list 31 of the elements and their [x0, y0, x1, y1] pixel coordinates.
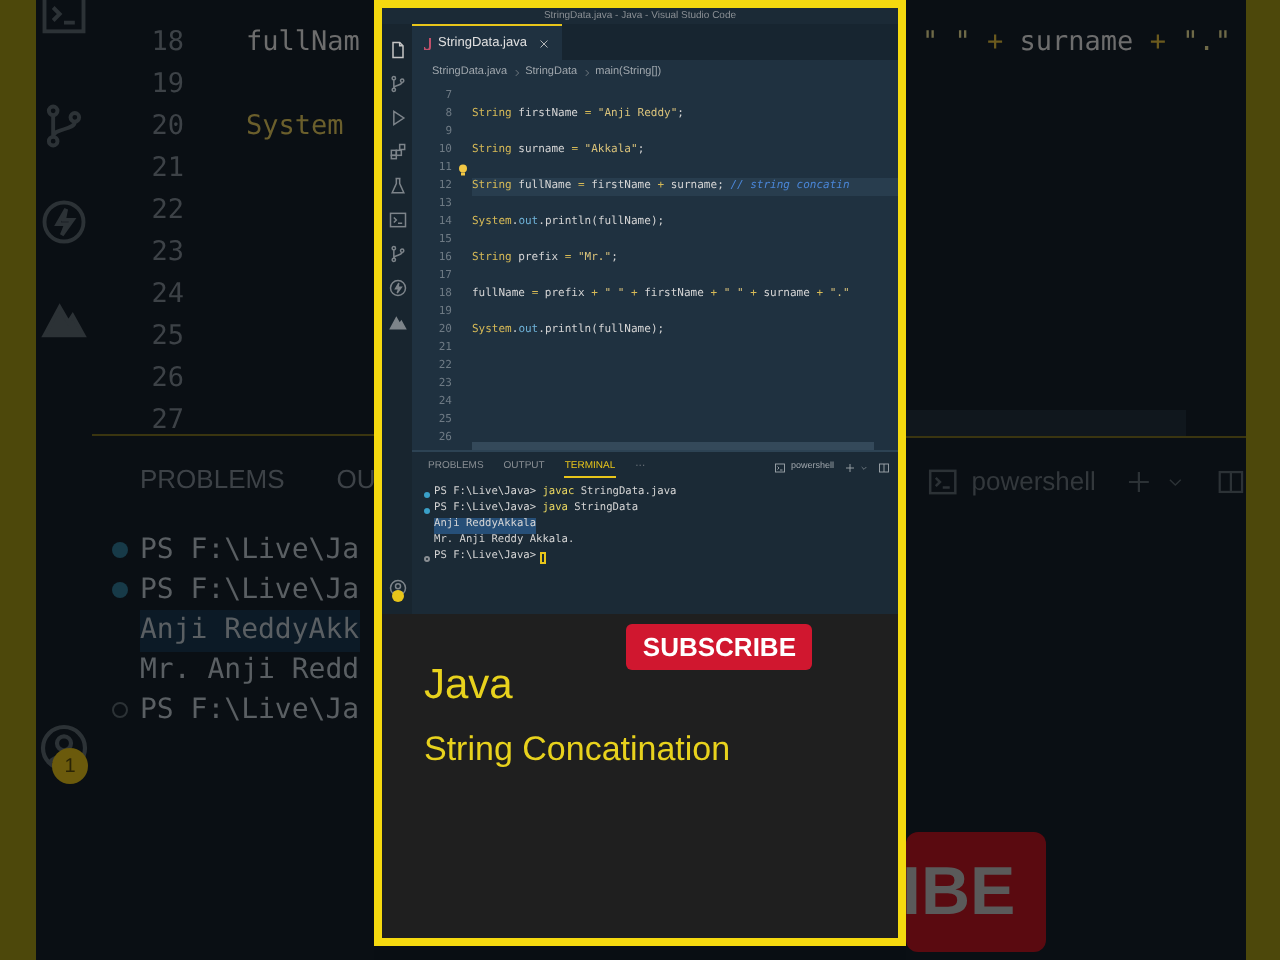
files-icon[interactable]: [387, 40, 407, 60]
terminal-line: PS F:\Live\Ja: [140, 691, 360, 729]
chevron-right-icon[interactable]: [511, 67, 522, 77]
terminal-icon[interactable]: [387, 210, 407, 230]
subscribe-text: IBE: [906, 858, 1016, 926]
flask-icon[interactable]: [387, 176, 407, 196]
terminal-line: Mr. Anji Redd: [140, 651, 360, 689]
play-icon[interactable]: [387, 108, 407, 128]
plus-icon[interactable]: [844, 461, 856, 473]
video-subtitle: String Concatination: [424, 730, 733, 770]
terminal-line: PS F:\Live\Ja: [140, 571, 360, 609]
java-file-icon: [424, 37, 432, 49]
video-title: Java: [424, 662, 515, 710]
code-text: fullNam: [246, 24, 360, 63]
terminal-line: PS F:\Live\Ja: [140, 531, 360, 569]
blocks-icon[interactable]: [387, 142, 407, 162]
close-icon[interactable]: [538, 37, 551, 49]
terminal-icon[interactable]: [774, 461, 787, 473]
lightbulb-icon[interactable]: [457, 163, 467, 175]
horizontal-scrollbar[interactable]: [906, 410, 1186, 436]
code-text: " " + surname + ".": [922, 24, 1231, 63]
lightning-icon[interactable]: [387, 278, 407, 298]
subscribe-button[interactable]: SUBSCRIBE: [626, 624, 812, 670]
branch-icon[interactable]: [387, 244, 407, 264]
notification-badge: 1: [52, 748, 88, 784]
split-icon[interactable]: [878, 461, 890, 473]
chevron-down-icon[interactable]: [860, 463, 868, 471]
chevron-right-icon[interactable]: [581, 67, 592, 77]
mountain-icon[interactable]: [387, 312, 407, 332]
branch-icon[interactable]: [387, 74, 407, 94]
code-text: System: [246, 108, 344, 147]
